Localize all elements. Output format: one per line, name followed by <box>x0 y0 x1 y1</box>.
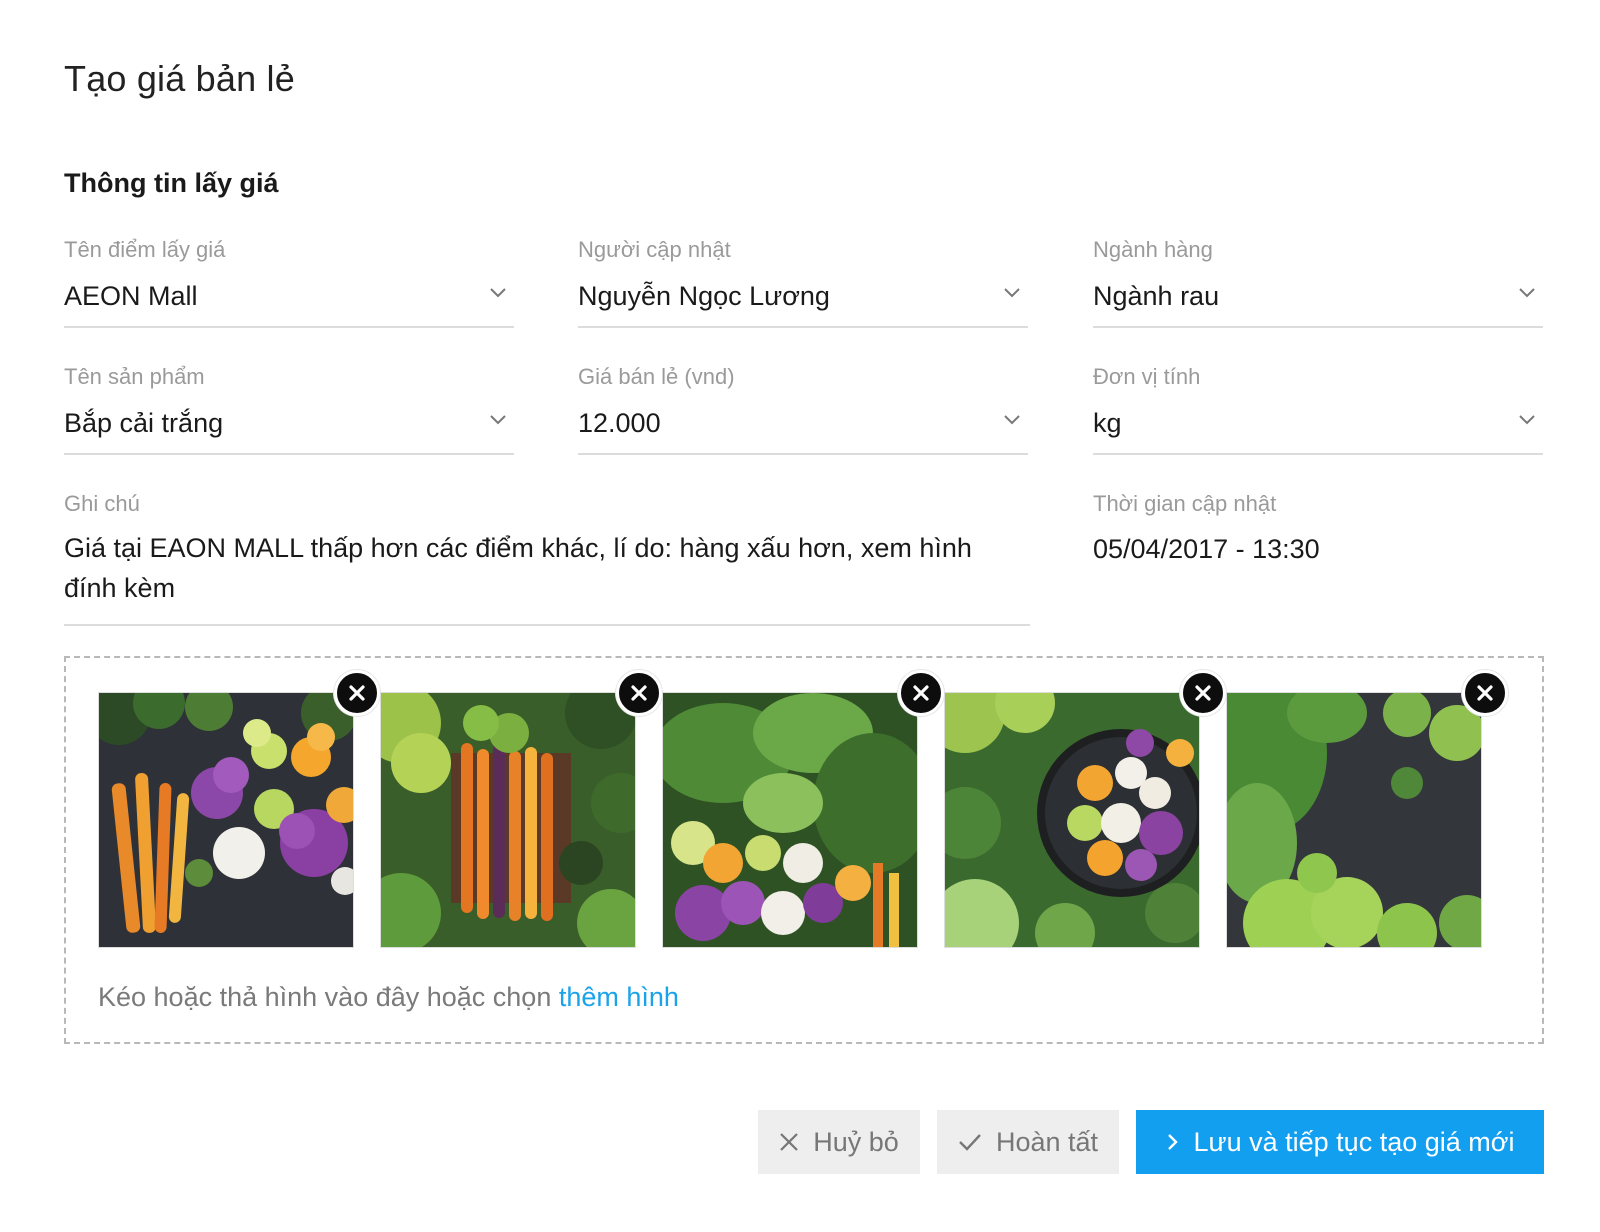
vegetable-photo-5 <box>1226 692 1482 948</box>
updater-value: Nguyễn Ngọc Lương <box>578 281 830 311</box>
note-field[interactable]: Ghi chú Giá tại EAON MALL thấp hơn các đ… <box>64 490 1030 626</box>
thumbnail-list <box>98 670 1508 948</box>
chevron-down-icon[interactable] <box>1517 409 1537 429</box>
image-dropzone[interactable]: Kéo hoặc thả hình vào đây hoặc chọn thêm… <box>64 656 1544 1044</box>
done-label: Hoàn tất <box>995 1126 1099 1157</box>
remove-image-button[interactable] <box>1180 670 1226 716</box>
updater-label: Người cập nhật <box>578 237 731 262</box>
unit-label: Đơn vị tính <box>1093 364 1201 389</box>
chevron-down-icon[interactable] <box>1002 409 1022 429</box>
vegetable-photo-4 <box>944 692 1200 948</box>
save-and-continue-button[interactable]: Lưu và tiếp tục tạo giá mới <box>1136 1110 1544 1174</box>
product-label: Tên sản phẩm <box>64 364 205 389</box>
image-thumbnail[interactable] <box>1226 670 1508 948</box>
remove-image-button[interactable] <box>898 670 944 716</box>
remove-image-button[interactable] <box>1462 670 1508 716</box>
updated-time-label: Thời gian cập nhật <box>1093 491 1277 516</box>
close-icon <box>913 685 929 701</box>
unit-select[interactable]: Đơn vị tính kg <box>1093 363 1543 455</box>
category-label: Ngành hàng <box>1093 237 1213 262</box>
updated-time: Thời gian cập nhật 05/04/2017 - 13:30 <box>1093 490 1543 565</box>
location-label: Tên điểm lấy giá <box>64 237 226 262</box>
close-icon <box>1195 685 1211 701</box>
product-select[interactable]: Tên sản phẩm Bắp cải trắng <box>64 363 514 455</box>
close-icon <box>1477 685 1493 701</box>
section-title: Thông tin lấy giá <box>64 168 279 198</box>
price-select[interactable]: Giá bán lẻ (vnd) 12.000 <box>578 363 1028 455</box>
chevron-down-icon[interactable] <box>1002 282 1022 302</box>
image-thumbnail[interactable] <box>662 670 944 948</box>
chevron-down-icon[interactable] <box>488 409 508 429</box>
vegetable-photo-1 <box>98 692 354 948</box>
page-title: Tạo giá bản lẻ <box>64 58 295 99</box>
price-value: 12.000 <box>578 408 661 438</box>
chevron-down-icon[interactable] <box>1517 282 1537 302</box>
unit-value: kg <box>1093 408 1122 438</box>
close-icon <box>779 1132 799 1152</box>
category-value: Ngành rau <box>1093 281 1220 311</box>
add-image-link[interactable]: thêm hình <box>559 982 679 1012</box>
image-thumbnail[interactable] <box>944 670 1226 948</box>
category-select[interactable]: Ngành hàng Ngành rau <box>1093 236 1543 328</box>
product-value: Bắp cải trắng <box>64 408 224 438</box>
save-label: Lưu và tiếp tục tạo giá mới <box>1193 1126 1515 1157</box>
location-select[interactable]: Tên điểm lấy giá AEON Mall <box>64 236 514 328</box>
close-icon <box>349 685 365 701</box>
cancel-label: Huỷ bỏ <box>813 1126 899 1157</box>
vegetable-photo-2 <box>380 692 636 948</box>
chevron-right-icon <box>1166 1132 1180 1152</box>
location-value: AEON Mall <box>64 281 198 311</box>
dropzone-hint: Kéo hoặc thả hình vào đây hoặc chọn thêm… <box>98 982 679 1013</box>
check-icon <box>958 1132 982 1152</box>
image-thumbnail[interactable] <box>380 670 662 948</box>
chevron-down-icon[interactable] <box>488 282 508 302</box>
note-label: Ghi chú <box>64 491 140 516</box>
close-icon <box>631 685 647 701</box>
dropzone-hint-text: Kéo hoặc thả hình vào đây hoặc chọn <box>98 982 552 1012</box>
updated-time-value: 05/04/2017 - 13:30 <box>1093 534 1320 564</box>
cancel-button[interactable]: Huỷ bỏ <box>758 1110 920 1174</box>
image-thumbnail[interactable] <box>98 670 380 948</box>
done-button[interactable]: Hoàn tất <box>937 1110 1119 1174</box>
updater-select[interactable]: Người cập nhật Nguyễn Ngọc Lương <box>578 236 1028 328</box>
remove-image-button[interactable] <box>334 670 380 716</box>
vegetable-photo-3 <box>662 692 918 948</box>
price-label: Giá bán lẻ (vnd) <box>578 364 735 389</box>
remove-image-button[interactable] <box>616 670 662 716</box>
note-value[interactable]: Giá tại EAON MALL thấp hơn các điểm khác… <box>64 528 1030 608</box>
